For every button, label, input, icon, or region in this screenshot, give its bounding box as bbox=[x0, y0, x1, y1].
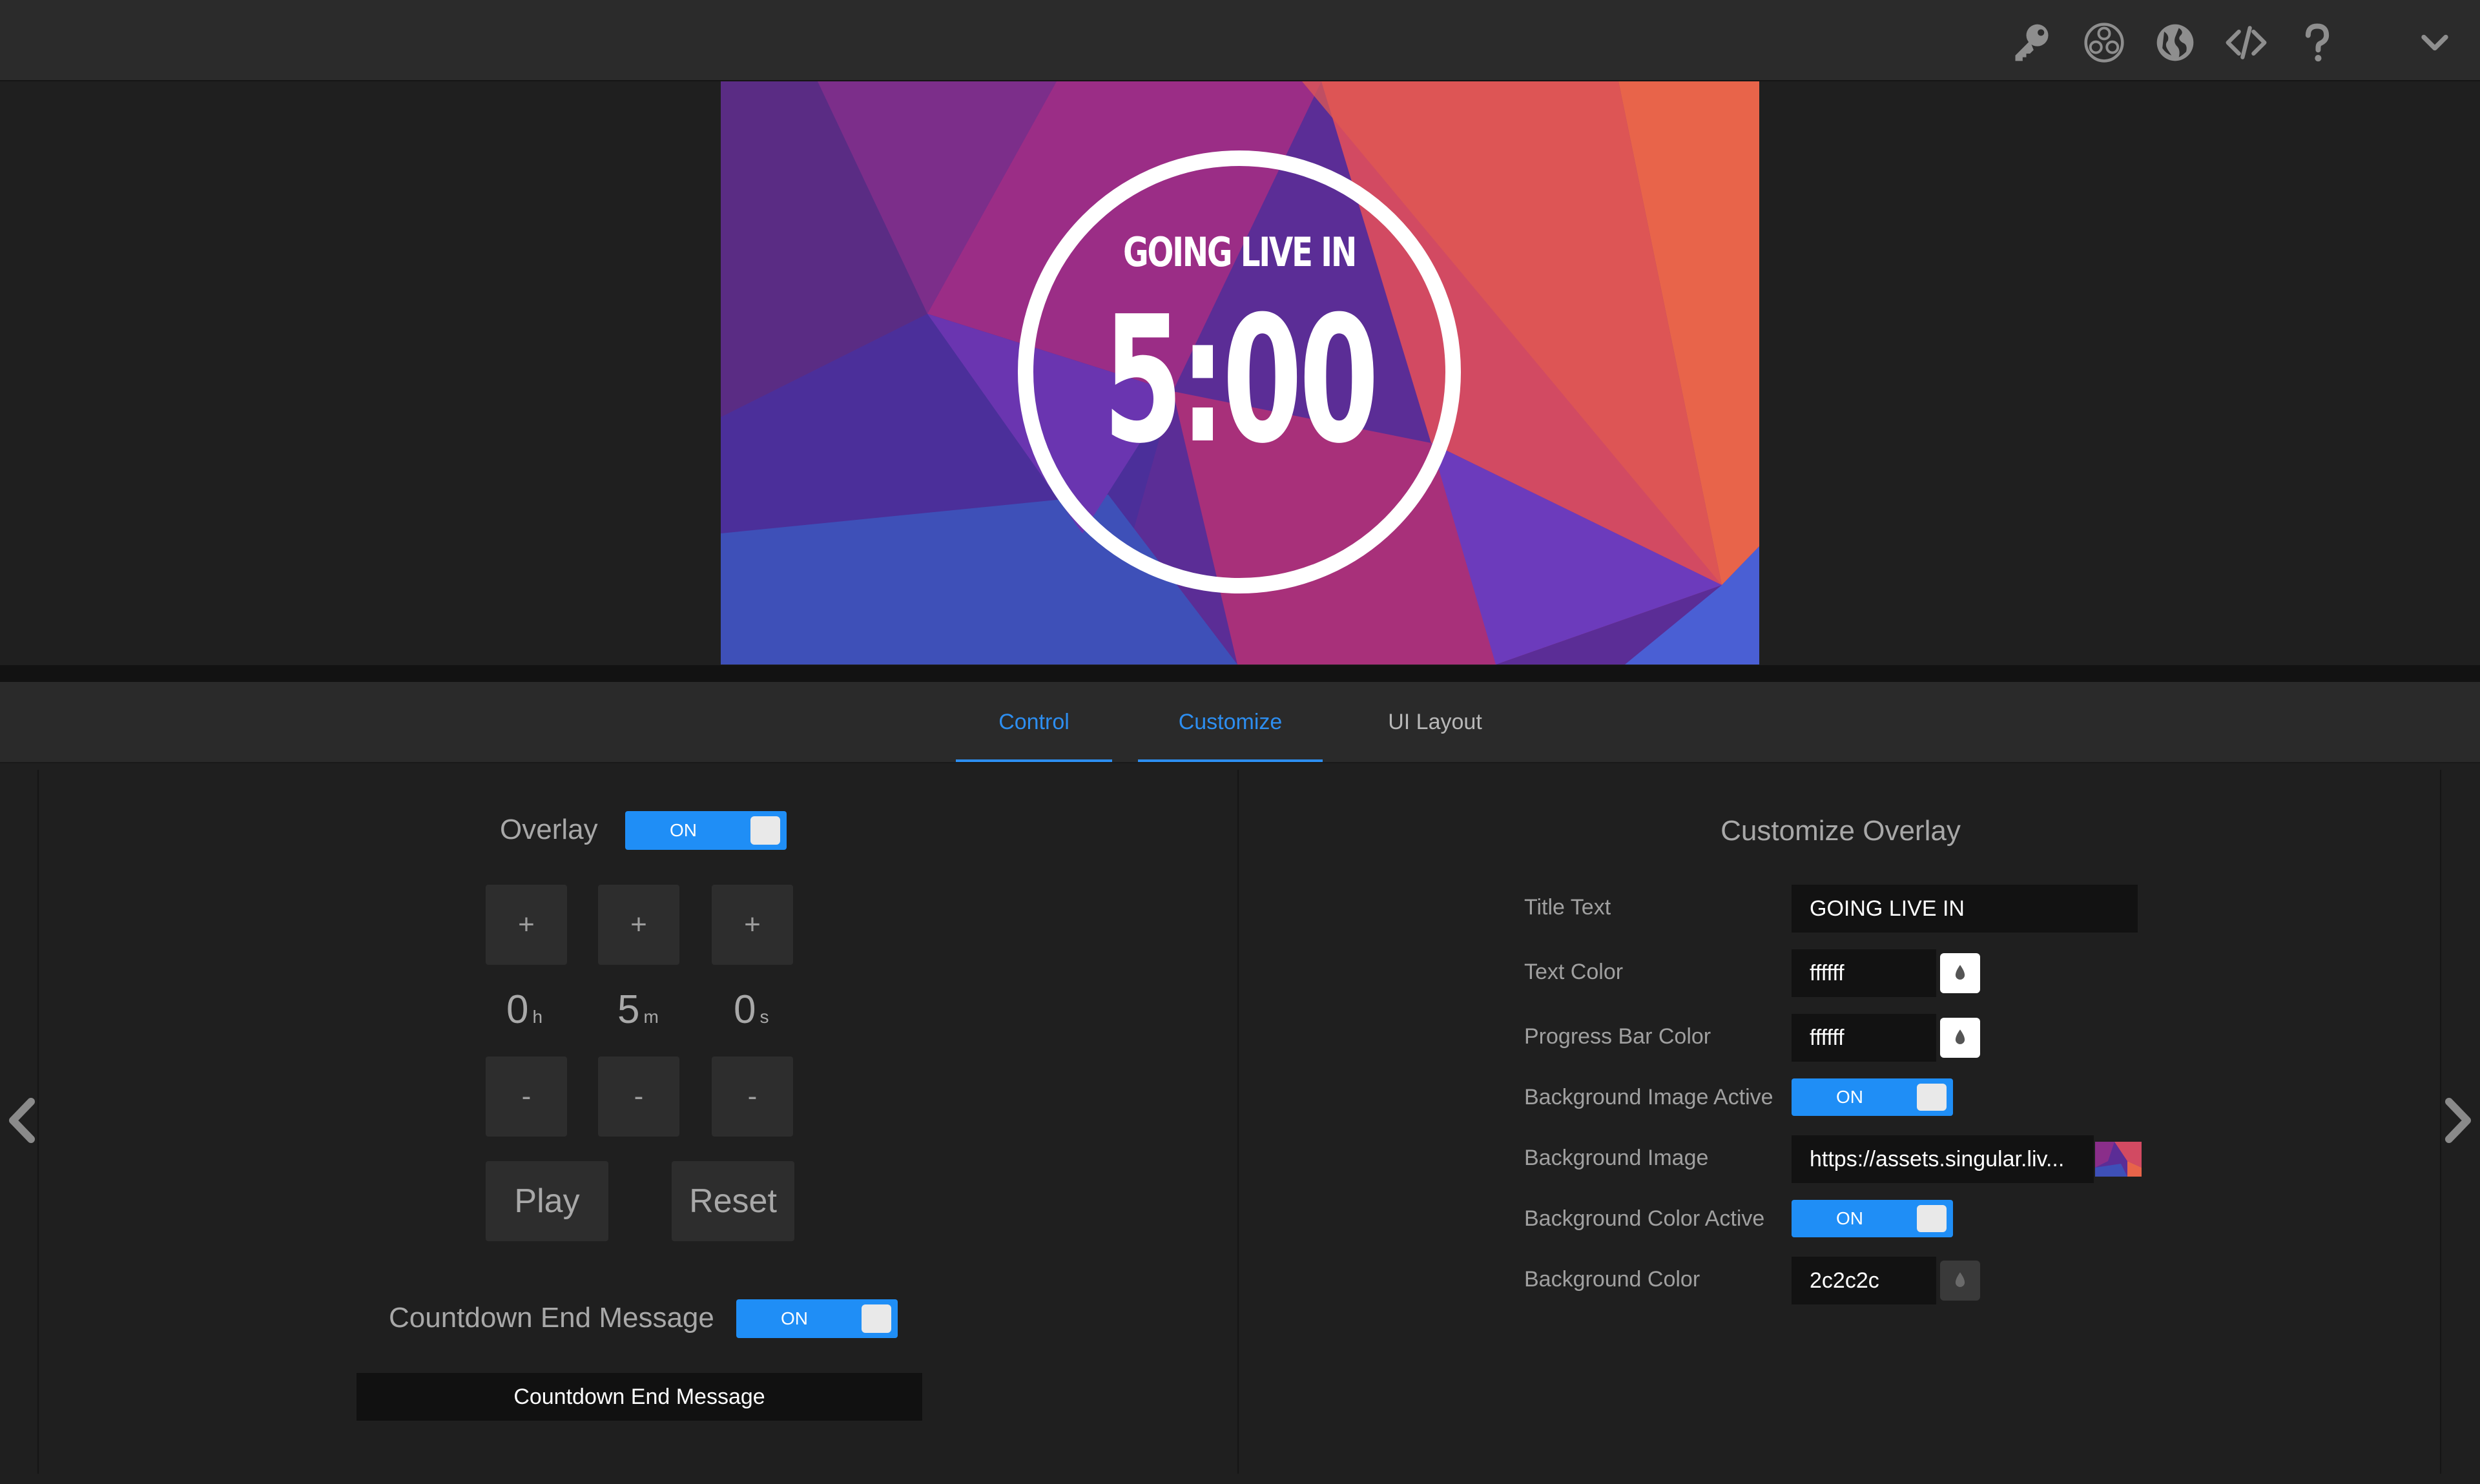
overlay-toggle[interactable]: ON bbox=[625, 811, 787, 850]
next-arrow-icon[interactable] bbox=[2439, 1091, 2477, 1149]
overlay-preview: GOING LIVE IN 5:00 bbox=[721, 81, 1759, 665]
customize-overlay-title: Customize Overlay bbox=[1720, 815, 1961, 847]
end-message-toggle-text: ON bbox=[781, 1308, 808, 1328]
seconds-decrement-button[interactable]: - bbox=[712, 1056, 793, 1137]
tab-customize[interactable]: Customize bbox=[1138, 682, 1323, 762]
bg-image-active-label: Background Image Active bbox=[1524, 1085, 1773, 1109]
minutes-decrement-button[interactable]: - bbox=[598, 1056, 679, 1137]
tab-control[interactable]: Control bbox=[956, 682, 1112, 762]
reset-button[interactable]: Reset bbox=[672, 1161, 794, 1241]
preview-title-text: GOING LIVE IN bbox=[1123, 229, 1357, 276]
end-message-toggle[interactable]: ON bbox=[736, 1299, 898, 1338]
text-color-label: Text Color bbox=[1524, 960, 1624, 984]
help-icon[interactable] bbox=[2286, 12, 2348, 74]
title-text-input[interactable]: GOING LIVE IN bbox=[1792, 885, 2138, 933]
overlay-label: Overlay bbox=[500, 814, 598, 845]
end-message-input[interactable]: Countdown End Message bbox=[356, 1373, 922, 1421]
previous-arrow-icon[interactable] bbox=[3, 1091, 41, 1149]
bg-image-active-toggle-text: ON bbox=[1836, 1087, 1863, 1107]
bg-color-picker-icon[interactable] bbox=[1940, 1261, 1980, 1301]
bg-color-input[interactable]: 2c2c2c bbox=[1792, 1257, 1936, 1304]
bg-image-label: Background Image bbox=[1524, 1146, 1709, 1170]
hours-increment-button[interactable]: + bbox=[486, 885, 567, 965]
hours-decrement-button[interactable]: - bbox=[486, 1056, 567, 1137]
title-text-label: Title Text bbox=[1524, 895, 1611, 920]
progress-bar-color-picker-icon[interactable] bbox=[1940, 1018, 1980, 1058]
seconds-increment-button[interactable]: + bbox=[712, 885, 793, 965]
divider bbox=[1237, 770, 1239, 1474]
play-button[interactable]: Play bbox=[486, 1161, 608, 1241]
top-toolbar bbox=[0, 0, 2480, 81]
minutes-number: 5 bbox=[617, 987, 640, 1032]
globe-icon[interactable] bbox=[2144, 12, 2206, 74]
tab-ui-layout[interactable]: UI Layout bbox=[1359, 682, 1511, 762]
bg-color-active-label: Background Color Active bbox=[1524, 1206, 1765, 1231]
bg-color-active-toggle-text: ON bbox=[1836, 1208, 1863, 1228]
minutes-unit: m bbox=[643, 1007, 659, 1027]
seconds-number: 0 bbox=[734, 987, 756, 1032]
hours-value: 0h bbox=[506, 987, 542, 1033]
key-icon[interactable] bbox=[2001, 12, 2063, 74]
tab-bar: Control Customize UI Layout bbox=[0, 682, 2480, 763]
text-color-input[interactable]: ffffff bbox=[1792, 949, 1936, 997]
toggle-knob bbox=[1917, 1205, 1947, 1232]
divider bbox=[0, 665, 2480, 682]
code-icon[interactable] bbox=[2215, 12, 2277, 74]
toggle-knob bbox=[862, 1304, 891, 1333]
overlay-toggle-text: ON bbox=[670, 820, 697, 840]
progress-bar-color-input[interactable]: ffffff bbox=[1792, 1014, 1936, 1062]
bg-image-active-toggle[interactable]: ON bbox=[1792, 1078, 1953, 1116]
end-message-label: Countdown End Message bbox=[389, 1302, 714, 1334]
seconds-unit: s bbox=[760, 1007, 769, 1027]
bg-image-thumbnail[interactable] bbox=[2095, 1142, 2142, 1177]
hours-number: 0 bbox=[506, 987, 529, 1032]
minutes-increment-button[interactable]: + bbox=[598, 885, 679, 965]
minutes-value: 5m bbox=[617, 987, 659, 1033]
progress-bar-color-label: Progress Bar Color bbox=[1524, 1024, 1711, 1049]
obs-icon[interactable] bbox=[2073, 12, 2135, 74]
chevron-down-icon[interactable] bbox=[2404, 12, 2466, 74]
bg-color-label: Background Color bbox=[1524, 1267, 1700, 1292]
bg-color-active-toggle[interactable]: ON bbox=[1792, 1200, 1953, 1237]
bg-image-input[interactable]: https://assets.singular.liv... bbox=[1792, 1135, 2094, 1183]
seconds-value: 0s bbox=[734, 987, 769, 1033]
preview-countdown-time: 5:00 bbox=[1102, 278, 1379, 482]
hours-unit: h bbox=[532, 1007, 543, 1027]
toggle-knob bbox=[750, 816, 780, 845]
toggle-knob bbox=[1917, 1084, 1947, 1111]
text-color-picker-icon[interactable] bbox=[1940, 953, 1980, 993]
